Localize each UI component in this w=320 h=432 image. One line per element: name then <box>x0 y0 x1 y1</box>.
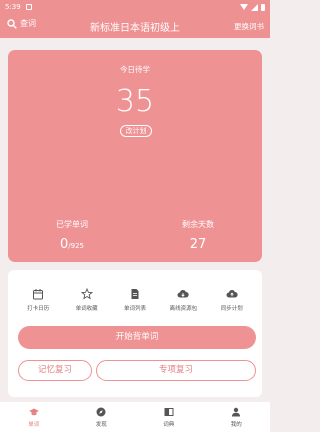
nav-item-profile[interactable]: 我的 <box>211 407 261 428</box>
cloud-upload-icon <box>226 289 238 298</box>
nav-label: 词典 <box>163 421 175 428</box>
start-memorize-button[interactable]: 开始背单词 <box>18 326 256 349</box>
tool-sync-plan[interactable]: 同步计划 <box>208 288 256 312</box>
app-bar: 查词 新标准日本语初级上 更换词书 <box>0 14 270 38</box>
tool-row: 打卡日历 单词收藏 单词列表 离线资源包 同步计划 <box>8 288 262 312</box>
nav-label: 我的 <box>230 421 242 428</box>
status-icons <box>240 3 265 11</box>
special-review-button[interactable]: 专项复习 <box>96 360 256 381</box>
nav-item-words[interactable]: 单词 <box>9 407 59 428</box>
tool-label: 同步计划 <box>220 306 243 312</box>
tool-label: 单词收藏 <box>75 306 98 312</box>
search-button[interactable]: 查词 <box>7 18 36 29</box>
status-time: 5:39 <box>5 3 21 11</box>
tool-word-list[interactable]: 单词列表 <box>111 288 159 312</box>
tool-label: 单词列表 <box>123 306 146 312</box>
search-icon <box>7 18 17 29</box>
wifi-icon <box>240 4 248 10</box>
remaining-label: 剩余天数 <box>182 220 214 229</box>
memory-review-button[interactable]: 记忆复习 <box>18 360 92 381</box>
notification-icon <box>25 4 32 10</box>
nav-label: 发现 <box>95 421 107 428</box>
star-icon <box>80 288 93 300</box>
person-icon <box>232 407 241 416</box>
learned-total: /925 <box>68 242 84 250</box>
book-icon <box>164 407 174 416</box>
remaining-days: 27 <box>189 237 207 252</box>
learned-stat: 已学单词 0/925 <box>22 219 122 253</box>
tool-favorites[interactable]: 单词收藏 <box>63 288 111 312</box>
status-bar: 5:39 <box>0 0 270 14</box>
battery-icon <box>261 3 265 11</box>
nav-item-discover[interactable]: 发现 <box>76 407 126 428</box>
tool-label: 打卡日历 <box>27 306 50 312</box>
learned-value: 0/925 <box>22 238 122 253</box>
compass-icon <box>96 407 106 416</box>
tool-calendar[interactable]: 打卡日历 <box>14 288 62 312</box>
page-title: 新标准日本语初级上 <box>90 23 180 34</box>
learned-label: 已学单词 <box>56 220 88 229</box>
today-label: 今日待学 <box>120 65 150 74</box>
tool-offline-pack[interactable]: 离线资源包 <box>159 288 207 312</box>
calendar-icon <box>33 289 44 300</box>
tool-label: 离线资源包 <box>169 306 198 312</box>
study-plan-card: 今日待学 35 改计划 已学单词 0/925 剩余天数 27 <box>8 50 262 262</box>
bottom-nav: 单词 发现 词典 我的 <box>0 402 270 432</box>
change-plan-button[interactable]: 改计划 <box>120 125 152 137</box>
cloud-download-icon <box>177 289 190 298</box>
action-card: 打卡日历 单词收藏 单词列表 离线资源包 同步计划 开始背单词 记忆复习 专项复… <box>8 270 262 397</box>
remaining-stat: 剩余天数 27 <box>148 219 248 252</box>
nav-item-dictionary[interactable]: 词典 <box>144 407 194 428</box>
nav-label: 单词 <box>28 421 40 428</box>
graduation-cap-icon <box>28 408 39 415</box>
change-book-button[interactable]: 更换词书 <box>234 21 264 32</box>
search-label: 查词 <box>20 19 36 28</box>
signal-icon <box>251 3 258 11</box>
list-icon <box>131 289 139 299</box>
today-count: 35 <box>115 84 155 119</box>
